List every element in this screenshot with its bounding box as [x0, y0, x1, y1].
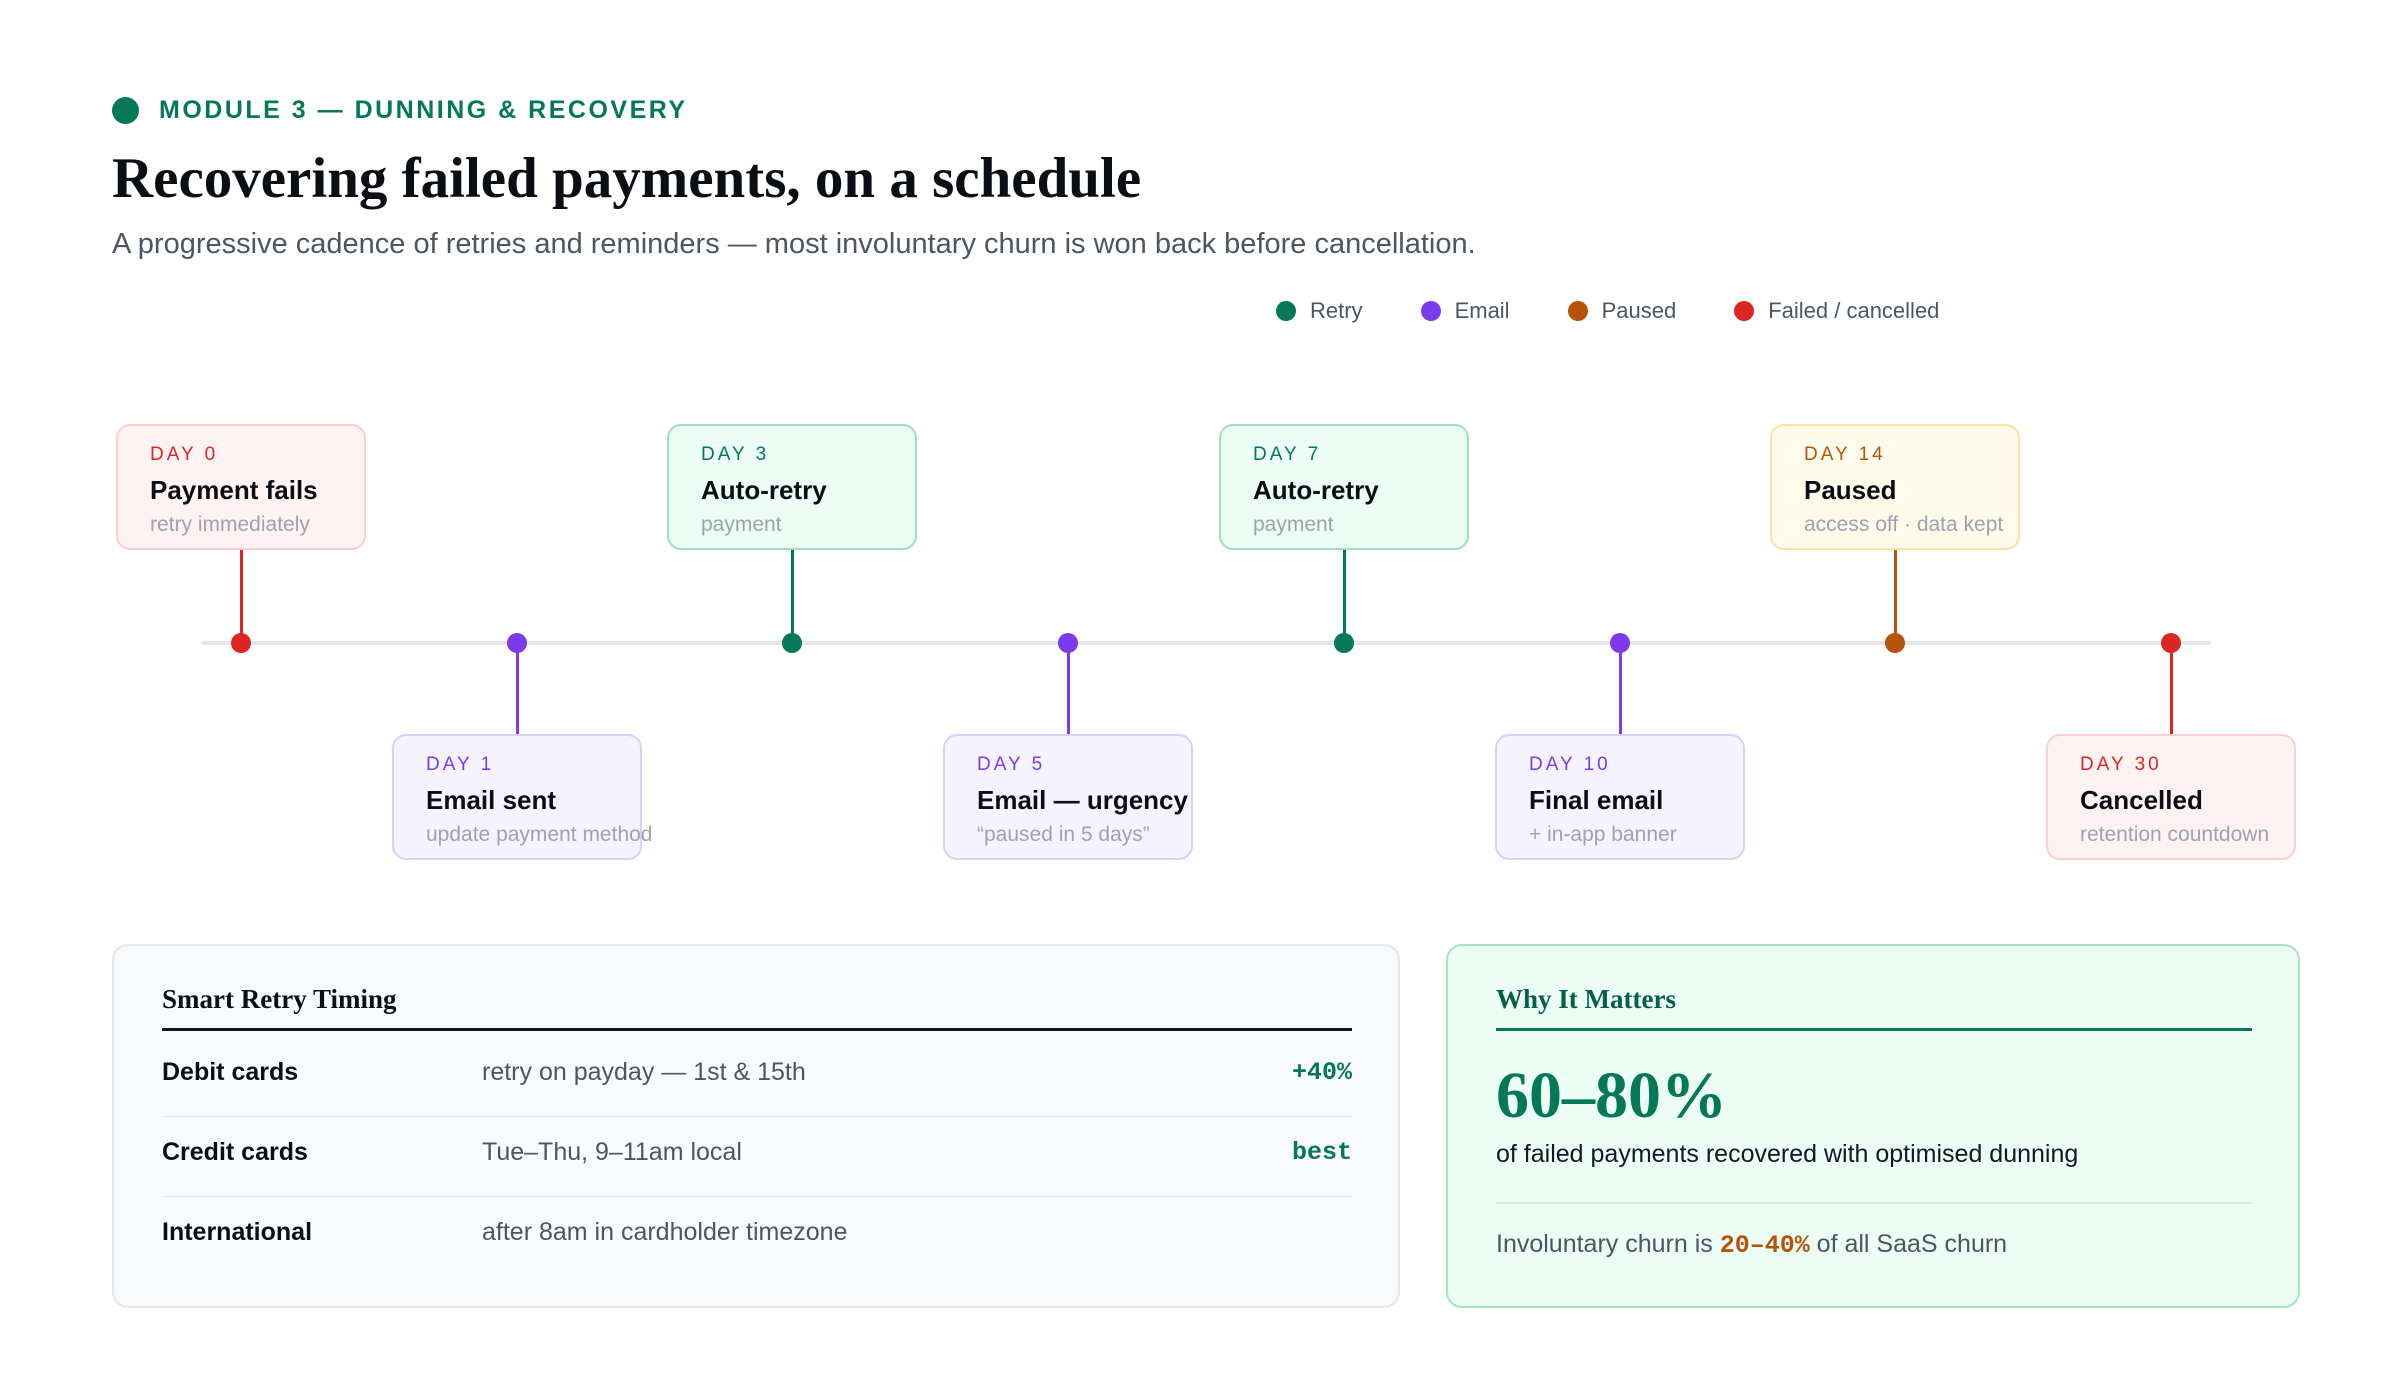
card-subtitle: payment: [701, 513, 782, 536]
card-day: DAY 14: [1804, 444, 1886, 465]
card-subtitle: retention countdown: [2080, 823, 2270, 846]
page-title: Recovering failed payments, on a schedul…: [112, 147, 1142, 210]
timeline-card: DAY 7 Auto-retry payment: [1219, 424, 1469, 550]
card-day: DAY 5: [977, 754, 1046, 775]
panel-title: Why It Matters: [1496, 984, 1676, 1014]
legend-dot-icon: [1420, 301, 1441, 321]
timeline-node: [231, 633, 251, 653]
card-subtitle: retry immediately: [150, 513, 310, 536]
legend-label: Retry: [1310, 298, 1363, 323]
card-subtitle: + in-app banner: [1529, 823, 1677, 846]
timeline-card: DAY 14 Paused access off · data kept: [1770, 424, 2020, 550]
timeline-node: [507, 633, 527, 653]
card-subtitle: payment: [1253, 513, 1334, 536]
churn-note-suffix: of all SaaS churn: [1809, 1230, 2008, 1258]
churn-note-prefix: Involuntary churn is: [1496, 1230, 1720, 1258]
card-title: Auto-retry: [1253, 475, 1379, 505]
timeline-stem: [1894, 550, 1897, 634]
card-subtitle: access off · data kept: [1804, 513, 2004, 536]
row-label: International: [162, 1217, 313, 1246]
recovery-stat-description: of failed payments recovered with optimi…: [1496, 1140, 2079, 1168]
card-title: Payment fails: [150, 475, 318, 505]
retry-row-debit: Debit cards retry on payday — 1st & 15th…: [162, 1032, 1352, 1112]
row-label: Credit cards: [162, 1137, 308, 1166]
timeline-stem: [1619, 652, 1622, 736]
timeline-stem: [516, 652, 519, 736]
churn-note-highlight: 20–40%: [1719, 1231, 1810, 1260]
eyebrow-dot-icon: [112, 97, 139, 124]
recovery-stat: 60–80%: [1496, 1059, 1727, 1132]
row-text: Tue–Thu, 9–11am local: [482, 1137, 742, 1166]
legend-dot-icon: [1276, 301, 1296, 321]
timeline-card: DAY 3 Auto-retry payment: [667, 424, 917, 550]
card-day: DAY 1: [426, 754, 495, 775]
row-text: after 8am in cardholder timezone: [482, 1217, 848, 1246]
timeline-node: [782, 633, 802, 653]
card-title: Cancelled: [2080, 785, 2203, 815]
divider: [1496, 1202, 2252, 1204]
panel-rule: [162, 1028, 1352, 1031]
legend-dot-icon: [1567, 301, 1588, 321]
timeline-card: DAY 30 Cancelled retention countdown: [2046, 734, 2296, 860]
card-day: DAY 3: [701, 444, 770, 465]
timeline-node: [1885, 633, 1905, 653]
timeline-card: DAY 0 Payment fails retry immediately: [116, 424, 366, 550]
timeline-stem: [1067, 652, 1070, 736]
timeline-stem: [1343, 550, 1346, 634]
module-eyebrow: MODULE 3 — DUNNING & RECOVERY: [112, 96, 688, 125]
card-title: Auto-retry: [701, 475, 827, 505]
card-title: Final email: [1529, 785, 1664, 815]
card-subtitle: update payment method: [426, 823, 653, 846]
timeline-card: DAY 5 Email — urgency “paused in 5 days”: [943, 734, 1193, 860]
why-it-matters-panel: Why It Matters 60–80% of failed payments…: [1446, 944, 2300, 1308]
card-title: Email sent: [426, 785, 557, 815]
card-subtitle: “paused in 5 days”: [977, 823, 1150, 846]
legend-label: Failed / cancelled: [1768, 298, 1940, 323]
churn-note: Involuntary churn is 20–40% of all SaaS …: [1496, 1230, 2007, 1260]
legend-item-paused: Paused: [1567, 298, 1677, 324]
card-day: DAY 10: [1529, 754, 1611, 775]
card-day: DAY 7: [1253, 444, 1322, 465]
timeline-card: DAY 1 Email sent update payment method: [392, 734, 653, 860]
legend-label: Email: [1454, 298, 1510, 323]
card-day: DAY 30: [2080, 754, 2162, 775]
timeline-node: [1058, 633, 1078, 653]
timeline-stem: [791, 550, 794, 634]
retry-row-international: International after 8am in cardholder ti…: [162, 1192, 1352, 1272]
page-subtitle: A progressive cadence of retries and rem…: [112, 228, 1476, 260]
legend: Retry Email Paused Failed / cancelled: [1276, 298, 1939, 324]
row-text: retry on payday — 1st & 15th: [482, 1057, 806, 1086]
row-tag: +40%: [1291, 1057, 1352, 1087]
timeline-node: [1610, 633, 1630, 653]
legend-item-email: Email: [1420, 298, 1510, 324]
row-tag: best: [1291, 1137, 1352, 1167]
legend-item-retry: Retry: [1276, 298, 1363, 324]
smart-retry-panel: Smart Retry Timing Debit cards retry on …: [112, 944, 1400, 1308]
timeline-axis: [201, 641, 2211, 645]
timeline-card: DAY 10 Final email + in-app banner: [1495, 734, 1745, 860]
legend-label: Paused: [1601, 298, 1677, 323]
row-label: Debit cards: [162, 1057, 299, 1086]
timeline-stem: [240, 550, 243, 634]
card-title: Paused: [1804, 475, 1897, 505]
eyebrow-text: MODULE 3 — DUNNING & RECOVERY: [159, 96, 688, 124]
legend-item-failed: Failed / cancelled: [1734, 298, 1939, 324]
panel-rule: [1496, 1028, 2252, 1031]
panel-title: Smart Retry Timing: [162, 984, 397, 1014]
legend-dot-icon: [1734, 301, 1755, 321]
timeline-stem: [2170, 652, 2173, 736]
timeline-node: [2161, 633, 2181, 653]
retry-row-credit: Credit cards Tue–Thu, 9–11am local best: [162, 1112, 1352, 1192]
timeline-node: [1334, 633, 1354, 653]
card-day: DAY 0: [150, 444, 219, 465]
card-title: Email — urgency: [977, 785, 1188, 815]
